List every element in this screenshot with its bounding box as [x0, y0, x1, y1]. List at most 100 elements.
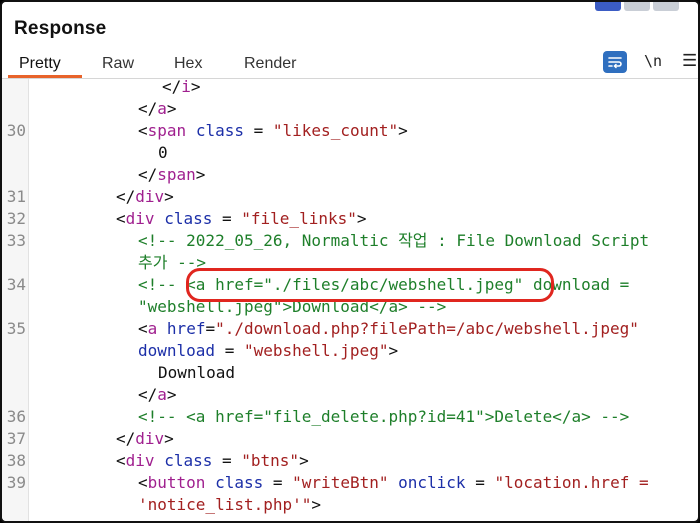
code-token: </ [116, 187, 136, 206]
code-line: 38 <div class = "btns"> [2, 450, 698, 472]
layout-toggle-icon[interactable] [595, 2, 621, 11]
code-token: div [135, 187, 165, 206]
tab-render[interactable]: Render [244, 55, 296, 73]
code-token: > [164, 187, 174, 206]
code-token: 'notice_list.php'" [138, 495, 312, 514]
code-line: </i> [2, 76, 698, 98]
code-token: </ [162, 77, 182, 96]
code-line: 35 <a href="./download.php?filePath=/abc/… [2, 318, 698, 340]
code-token: a [147, 319, 158, 338]
code-token: a [157, 99, 167, 118]
code-token: < [116, 209, 126, 228]
code-token: "writeBtn" [292, 473, 389, 492]
layout-collapse-icon[interactable] [653, 2, 679, 11]
code-line: 0 [2, 142, 698, 164]
code-line: 32 <div class = "file_links"> [2, 208, 698, 230]
show-newlines-button[interactable]: \n [644, 52, 662, 70]
code-text: </div> [116, 428, 174, 450]
line-number: 35 [6, 319, 26, 338]
code-text: <a href="./download.php?filePath=/abc/we… [138, 318, 639, 340]
code-text: 'notice_list.php'"> [138, 494, 321, 516]
line-number: 33 [6, 231, 26, 250]
response-panel: Response Pretty Raw Hex Render \n ☰ </i>… [0, 0, 700, 523]
code-token: href [166, 319, 206, 338]
code-token: > [195, 165, 206, 184]
code-token: = [212, 209, 242, 228]
view-tabs: Pretty Raw Hex Render [2, 48, 698, 79]
code-token: <!-- 2022_05_26, Normaltic 작업 : File Dow… [138, 231, 650, 250]
code-token: div [125, 451, 155, 470]
code-text: <!-- 2022_05_26, Normaltic 작업 : File Dow… [138, 230, 649, 252]
code-token: "file_links" [241, 209, 357, 228]
code-token: button [147, 473, 206, 492]
code-token: div [135, 429, 165, 448]
code-token: = [263, 473, 293, 492]
code-text: </a> [138, 384, 177, 406]
text-wrap-icon [608, 57, 622, 69]
code-token: < [138, 121, 148, 140]
tab-pretty[interactable]: Pretty [19, 55, 61, 73]
window-top-strip [2, 2, 698, 12]
code-token: class [195, 121, 244, 140]
code-token: <!-- <a href="file_delete.php?id=41">Del… [138, 407, 630, 426]
line-number: 34 [6, 275, 26, 294]
code-token: = [215, 341, 244, 360]
code-line: </a> [2, 98, 698, 120]
code-token: "./download.php?filePath=/abc/webshell.j… [215, 319, 639, 338]
code-text: download = "webshell.jpeg"> [138, 340, 398, 362]
code-token: = [465, 473, 495, 492]
code-token: span [147, 121, 187, 140]
code-token: > [299, 451, 309, 470]
code-token: > [398, 121, 408, 140]
code-line: 33 <!-- 2022_05_26, Normaltic 작업 : File D… [2, 230, 698, 252]
code-token: > [166, 385, 177, 404]
line-number: 38 [6, 451, 26, 470]
code-token: = [205, 319, 216, 338]
line-number: 39 [6, 473, 26, 492]
layout-split-icon[interactable] [624, 2, 650, 11]
code-line: 39 <button class = "writeBtn" onclick = "… [2, 472, 698, 494]
line-number: 37 [6, 429, 26, 448]
code-token: > [311, 495, 322, 514]
code-token: i [181, 77, 191, 96]
code-text: <div class = "file_links"> [116, 208, 367, 230]
code-token: = [243, 121, 273, 140]
code-line: 31 </div> [2, 186, 698, 208]
tab-hex[interactable]: Hex [174, 55, 202, 73]
code-line: </a> [2, 384, 698, 406]
line-number: 30 [6, 121, 26, 140]
code-token: div [125, 209, 155, 228]
code-token: span [157, 165, 196, 184]
code-text: Download [158, 362, 235, 384]
code-token: onclick [398, 473, 466, 492]
code-token: > [356, 209, 367, 228]
code-token: "btns" [241, 451, 300, 470]
line-number: 31 [6, 187, 26, 206]
code-text: </div> [116, 186, 174, 208]
code-token: download [138, 341, 216, 360]
line-number: 36 [6, 407, 26, 426]
code-line: </span> [2, 164, 698, 186]
code-line: 36 <!-- <a href="file_delete.php?id=41">D… [2, 406, 698, 428]
code-text: </i> [162, 76, 201, 98]
code-text: </a> [138, 98, 177, 120]
code-text: <button class = "writeBtn" onclick = "lo… [138, 472, 649, 494]
tab-raw[interactable]: Raw [102, 55, 134, 73]
code-line: Download [2, 362, 698, 384]
code-token: > [190, 77, 201, 96]
code-text: <span class = "likes_count"> [138, 120, 408, 142]
hamburger-menu-icon[interactable]: ☰ [682, 51, 697, 71]
line-number: 32 [6, 209, 26, 228]
code-token: < [138, 319, 148, 338]
code-token: "likes_count" [272, 121, 399, 140]
code-token: </ [116, 429, 136, 448]
code-token: </ [138, 99, 158, 118]
code-token: > [388, 341, 399, 360]
code-token: class [164, 451, 213, 470]
annotation-circle [186, 268, 554, 302]
text-wrap-button[interactable] [603, 51, 627, 73]
